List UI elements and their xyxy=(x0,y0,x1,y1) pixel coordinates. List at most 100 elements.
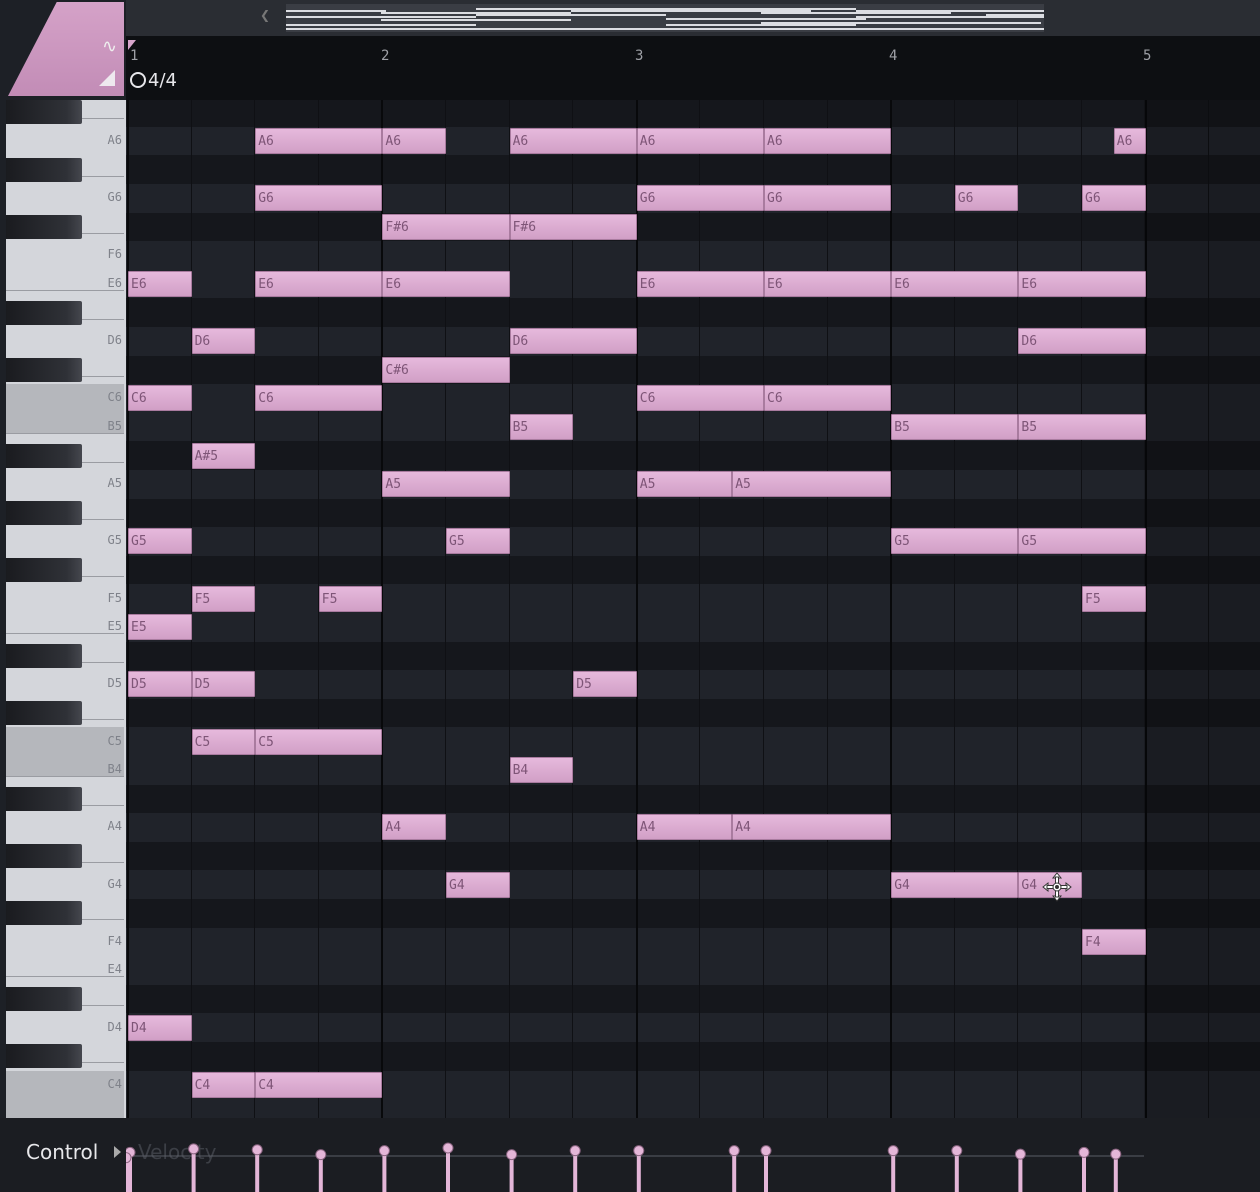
note[interactable]: D6 xyxy=(1018,328,1146,355)
note[interactable]: E5 xyxy=(128,614,192,641)
note[interactable]: G6 xyxy=(636,185,764,212)
note[interactable]: D5 xyxy=(191,671,256,698)
piano-black-key[interactable] xyxy=(6,901,82,926)
note[interactable]: E6 xyxy=(382,271,510,297)
piano-black-key[interactable] xyxy=(6,701,82,725)
piano-black-key[interactable] xyxy=(6,357,82,382)
piano-black-key[interactable] xyxy=(6,500,82,525)
stamp-icon[interactable] xyxy=(99,70,115,86)
song-overview[interactable] xyxy=(286,4,1044,32)
note[interactable]: A#5 xyxy=(191,442,256,469)
piano-black-key[interactable] xyxy=(6,558,82,582)
note[interactable]: C5 xyxy=(191,728,256,755)
note[interactable]: G6 xyxy=(954,185,1019,212)
note[interactable]: A4 xyxy=(636,814,733,841)
velocity-handle[interactable] xyxy=(633,1145,645,1192)
velocity-handle[interactable] xyxy=(315,1149,327,1192)
note[interactable]: C6 xyxy=(764,385,892,412)
chevron-left-icon[interactable]: ❮ xyxy=(260,8,276,28)
velocity-handle[interactable] xyxy=(188,1143,200,1192)
note[interactable]: G6 xyxy=(255,185,383,212)
note[interactable]: D6 xyxy=(191,328,256,355)
velocity-handle[interactable] xyxy=(251,1144,263,1192)
note[interactable]: B4 xyxy=(509,757,574,784)
note[interactable]: A4 xyxy=(382,814,446,841)
note[interactable]: B5 xyxy=(891,414,1019,440)
piano-black-key[interactable] xyxy=(6,987,82,1011)
velocity-handle[interactable] xyxy=(378,1145,390,1192)
note[interactable]: E6 xyxy=(636,271,764,297)
velocity-lane[interactable] xyxy=(126,1118,1260,1192)
snap-icon[interactable]: ∿ xyxy=(102,38,117,56)
note[interactable]: G4 xyxy=(891,871,1019,898)
piano-white-key[interactable] xyxy=(6,1099,124,1118)
note[interactable]: G5 xyxy=(891,528,1019,555)
piano-black-key[interactable] xyxy=(6,100,82,125)
note[interactable]: F4 xyxy=(1082,928,1146,955)
note[interactable]: D5 xyxy=(573,671,637,698)
note[interactable]: G5 xyxy=(128,528,192,555)
timeline-ruler[interactable]: 1 2 3 4 5 4/4 xyxy=(126,36,1260,100)
velocity-handle[interactable] xyxy=(569,1145,581,1192)
note[interactable]: A6 xyxy=(509,128,637,154)
note[interactable]: E6 xyxy=(764,271,892,297)
piano-black-key[interactable] xyxy=(6,786,82,811)
note-grid[interactable]: A6 A6 A6 A6 A6 A6 G6 G6 G6 G6 G6 F#6 F#6 E6 E6 E6 E6 E6 E6… xyxy=(126,100,1260,1118)
piano-black-key[interactable] xyxy=(6,1044,82,1069)
note[interactable]: C6 xyxy=(636,385,764,412)
note[interactable]: E6 xyxy=(891,271,1019,297)
note[interactable]: E6 xyxy=(128,271,192,297)
note[interactable]: C4 xyxy=(255,1071,383,1098)
note[interactable]: A6 xyxy=(764,128,892,154)
note[interactable]: D4 xyxy=(128,1014,192,1041)
velocity-handle[interactable] xyxy=(728,1145,740,1192)
velocity-handle[interactable] xyxy=(506,1149,518,1192)
note[interactable]: A6 xyxy=(255,128,383,154)
velocity-handle[interactable] xyxy=(760,1145,772,1192)
piano-black-key[interactable] xyxy=(6,844,82,868)
velocity-handle[interactable] xyxy=(442,1142,454,1192)
velocity-handle[interactable] xyxy=(887,1145,899,1192)
note[interactable]: D6 xyxy=(509,328,637,355)
note[interactable]: A5 xyxy=(636,471,733,498)
velocity-handle[interactable] xyxy=(1078,1146,1090,1192)
piano-black-key[interactable] xyxy=(6,300,82,325)
note[interactable]: B5 xyxy=(509,414,574,440)
note[interactable]: D5 xyxy=(128,671,192,698)
note[interactable]: F#6 xyxy=(509,213,637,240)
velocity-handle[interactable] xyxy=(1014,1148,1026,1192)
piano-black-key[interactable] xyxy=(6,643,82,668)
note[interactable]: A4 xyxy=(732,814,892,841)
note[interactable]: A5 xyxy=(732,471,892,498)
note[interactable]: A6 xyxy=(636,128,764,154)
note[interactable]: C6 xyxy=(128,385,192,412)
time-signature[interactable]: 4/4 xyxy=(130,70,188,94)
note[interactable]: C4 xyxy=(191,1071,256,1098)
note[interactable]: G6 xyxy=(764,185,892,212)
note[interactable]: E6 xyxy=(1018,271,1146,297)
note[interactable]: A6 xyxy=(1113,128,1146,154)
note[interactable]: F5 xyxy=(318,585,383,612)
note[interactable]: F#6 xyxy=(382,213,510,240)
piano-black-key[interactable] xyxy=(6,443,82,468)
note[interactable]: C6 xyxy=(255,385,383,412)
note[interactable]: G5 xyxy=(446,528,510,555)
control-label[interactable]: Control xyxy=(26,1140,98,1164)
piano-black-key[interactable] xyxy=(6,157,82,182)
piano-keyboard[interactable]: A6 G6 F6 E6 D6 C6 B5 A5 G5 F5 E5 D5 C5 B4 A4 G4 F4 E4 D4 C4 xyxy=(6,100,126,1118)
velocity-handle[interactable] xyxy=(951,1145,963,1192)
note[interactable]: C5 xyxy=(255,728,383,755)
note[interactable]: G6 xyxy=(1082,185,1146,212)
note[interactable]: A6 xyxy=(382,128,446,154)
note[interactable]: F5 xyxy=(191,585,256,612)
velocity-handle[interactable] xyxy=(1110,1148,1122,1192)
note[interactable]: A5 xyxy=(382,471,510,498)
note[interactable]: G4 xyxy=(446,871,510,898)
piano-black-key[interactable] xyxy=(6,214,82,239)
note[interactable]: G5 xyxy=(1018,528,1146,555)
chevron-right-icon[interactable] xyxy=(114,1146,121,1158)
note[interactable]: B5 xyxy=(1018,414,1146,440)
note[interactable]: E6 xyxy=(255,271,383,297)
note[interactable]: F5 xyxy=(1082,585,1146,612)
note[interactable]: C#6 xyxy=(382,356,510,383)
